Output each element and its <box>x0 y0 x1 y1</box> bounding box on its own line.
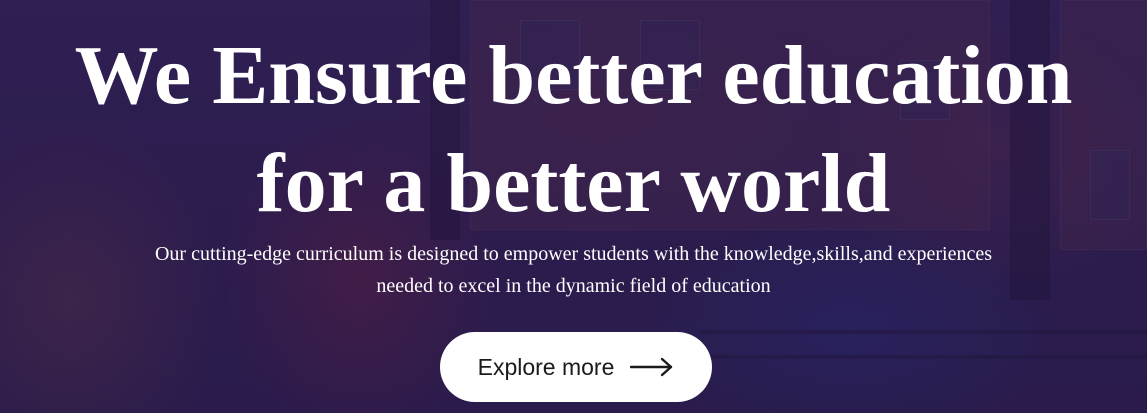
arrow-right-icon <box>630 357 674 377</box>
headline-line-2: for a better world <box>256 137 891 230</box>
hero-section: We Ensure better education for a better … <box>0 0 1147 413</box>
hero-subtext: Our cutting-edge curriculum is designed … <box>0 238 1147 302</box>
hero-headline: We Ensure better education for a better … <box>0 22 1147 238</box>
subtext-line-2: needed to excel in the dynamic field of … <box>376 275 771 297</box>
headline-line-1: We Ensure better education <box>74 29 1073 122</box>
subtext-line-1: Our cutting-edge curriculum is designed … <box>154 243 992 265</box>
explore-more-button[interactable]: Explore more <box>440 332 712 402</box>
explore-more-label: Explore more <box>477 353 615 380</box>
